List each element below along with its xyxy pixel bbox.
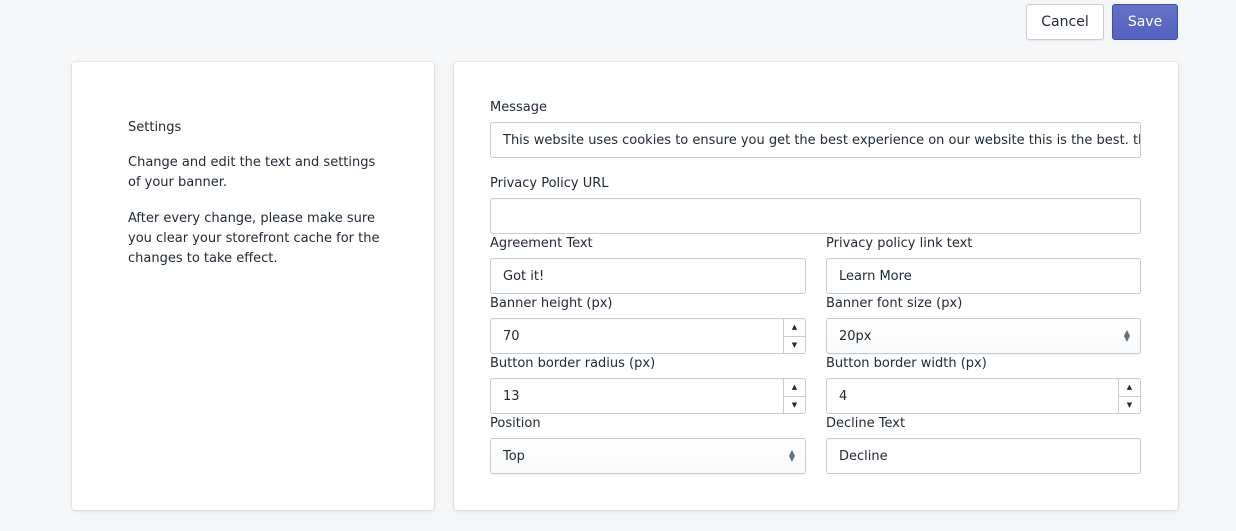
settings-description-1: Change and edit the text and settings of…	[128, 155, 376, 190]
decline-text-input[interactable]: Decline	[826, 438, 1141, 474]
privacy-link-text-value: Learn More	[839, 268, 912, 284]
cancel-button[interactable]: Cancel	[1026, 4, 1104, 40]
settings-title: Settings	[128, 120, 182, 135]
privacy-url-input[interactable]	[490, 198, 1141, 234]
banner-font-size-value: 20px	[839, 328, 872, 344]
settings-description-2: After every change, please make sure you…	[128, 211, 380, 266]
stepper-down-icon[interactable]: ▼	[784, 395, 805, 414]
settings-info-card: Settings Change and edit the text and se…	[72, 62, 434, 510]
select-down-icon: ▼	[1123, 334, 1130, 343]
top-action-bar: Cancel Save	[1026, 4, 1178, 40]
banner-settings-form-card: Message This website uses cookies to ens…	[454, 62, 1178, 510]
privacy-link-text-input[interactable]: Learn More	[826, 258, 1141, 294]
position-value: Top	[503, 448, 525, 464]
button-border-width-input[interactable]: 4 ▲ ▼	[826, 378, 1141, 414]
agreement-text-value: Got it!	[503, 268, 545, 284]
banner-font-size-label: Banner font size (px)	[826, 296, 963, 311]
stepper-down-icon[interactable]: ▼	[1119, 395, 1140, 414]
select-arrows-icon: ▲ ▼	[1123, 329, 1130, 343]
stepper-up-icon[interactable]: ▲	[784, 379, 805, 396]
message-label: Message	[490, 100, 547, 115]
position-select[interactable]: Top ▲ ▼	[490, 438, 806, 474]
button-border-width-value: 4	[839, 388, 848, 404]
button-border-radius-input[interactable]: 13 ▲ ▼	[490, 378, 806, 414]
position-label: Position	[490, 416, 541, 431]
stepper-down-icon[interactable]: ▼	[784, 335, 805, 354]
agreement-text-input[interactable]: Got it!	[490, 258, 806, 294]
button-border-radius-stepper: ▲ ▼	[783, 379, 805, 413]
settings-info: Settings Change and edit the text and se…	[128, 118, 388, 285]
privacy-url-label: Privacy Policy URL	[490, 176, 609, 191]
banner-height-label: Banner height (px)	[490, 296, 613, 311]
select-down-icon: ▼	[788, 454, 795, 463]
button-border-width-stepper: ▲ ▼	[1118, 379, 1140, 413]
button-border-width-label: Button border width (px)	[826, 356, 987, 371]
decline-text-value: Decline	[839, 448, 888, 464]
message-input[interactable]: This website uses cookies to ensure you …	[490, 122, 1141, 158]
banner-height-input[interactable]: 70 ▲ ▼	[490, 318, 806, 354]
save-button[interactable]: Save	[1112, 4, 1178, 40]
decline-text-label: Decline Text	[826, 416, 906, 431]
privacy-link-text-label: Privacy policy link text	[826, 236, 973, 251]
button-border-radius-value: 13	[503, 388, 520, 404]
stepper-up-icon[interactable]: ▲	[784, 319, 805, 336]
message-value: This website uses cookies to ensure you …	[503, 132, 1141, 148]
agreement-text-label: Agreement Text	[490, 236, 593, 251]
button-border-radius-label: Button border radius (px)	[490, 356, 656, 371]
banner-font-size-select[interactable]: 20px ▲ ▼	[826, 318, 1141, 354]
banner-height-stepper: ▲ ▼	[783, 319, 805, 353]
banner-height-value: 70	[503, 328, 520, 344]
stepper-up-icon[interactable]: ▲	[1119, 379, 1140, 396]
select-arrows-icon: ▲ ▼	[788, 449, 795, 463]
